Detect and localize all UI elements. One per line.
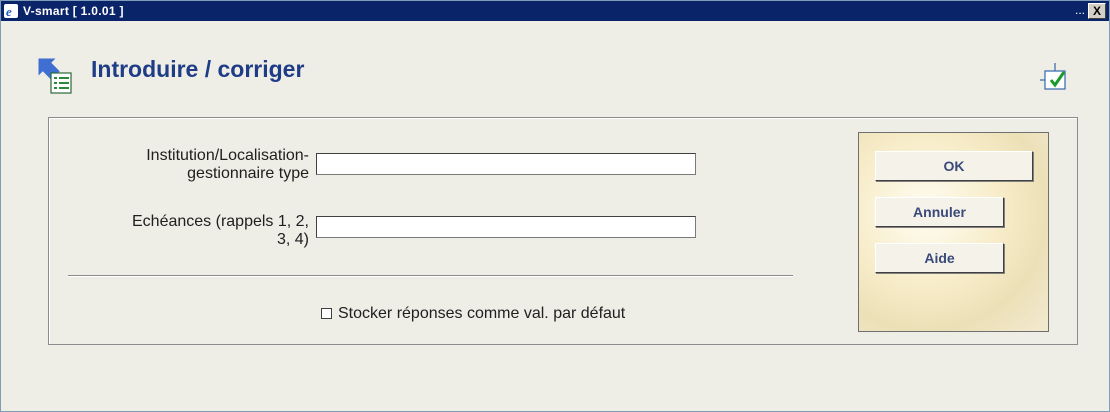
title-ellipsis: ... bbox=[1074, 3, 1085, 17]
deadlines-label: Echéances (rappels 1, 2, 3, 4) bbox=[61, 213, 309, 249]
institution-label: Institution/Localisation- gestionnaire t… bbox=[61, 147, 309, 183]
help-label: Aide bbox=[924, 250, 955, 266]
form-divider bbox=[68, 275, 793, 277]
store-defaults-checkbox-row[interactable]: Stocker réponses comme val. par défaut bbox=[321, 305, 625, 323]
app-logo-icon: e bbox=[4, 4, 18, 18]
store-defaults-checkbox[interactable] bbox=[321, 308, 332, 320]
title-bar: e V-smart [ 1.0.01 ] ... X bbox=[1, 1, 1109, 21]
store-defaults-label: Stocker réponses comme val. par défaut bbox=[338, 305, 626, 322]
institution-input[interactable] bbox=[316, 153, 696, 175]
deadlines-input[interactable] bbox=[316, 216, 696, 238]
help-button[interactable]: Aide bbox=[875, 243, 1004, 273]
layout-check-icon[interactable] bbox=[1039, 61, 1071, 93]
app-window: e V-smart [ 1.0.01 ] ... X Introduire / … bbox=[0, 0, 1110, 412]
arrow-list-icon bbox=[38, 58, 72, 94]
ok-button[interactable]: OK bbox=[875, 151, 1033, 181]
institution-label-line1: Institution/Localisation- bbox=[146, 147, 309, 164]
deadlines-label-line2: 3, 4) bbox=[276, 231, 309, 248]
institution-label-line2: gestionnaire type bbox=[187, 165, 309, 182]
cancel-button[interactable]: Annuler bbox=[875, 197, 1004, 227]
page-title: Introduire / corriger bbox=[91, 56, 305, 82]
window-title: V-smart [ 1.0.01 ] bbox=[23, 4, 124, 18]
svg-text:e: e bbox=[6, 4, 12, 18]
close-button[interactable]: X bbox=[1088, 3, 1106, 19]
deadlines-label-line1: Echéances (rappels 1, 2, bbox=[132, 213, 309, 230]
